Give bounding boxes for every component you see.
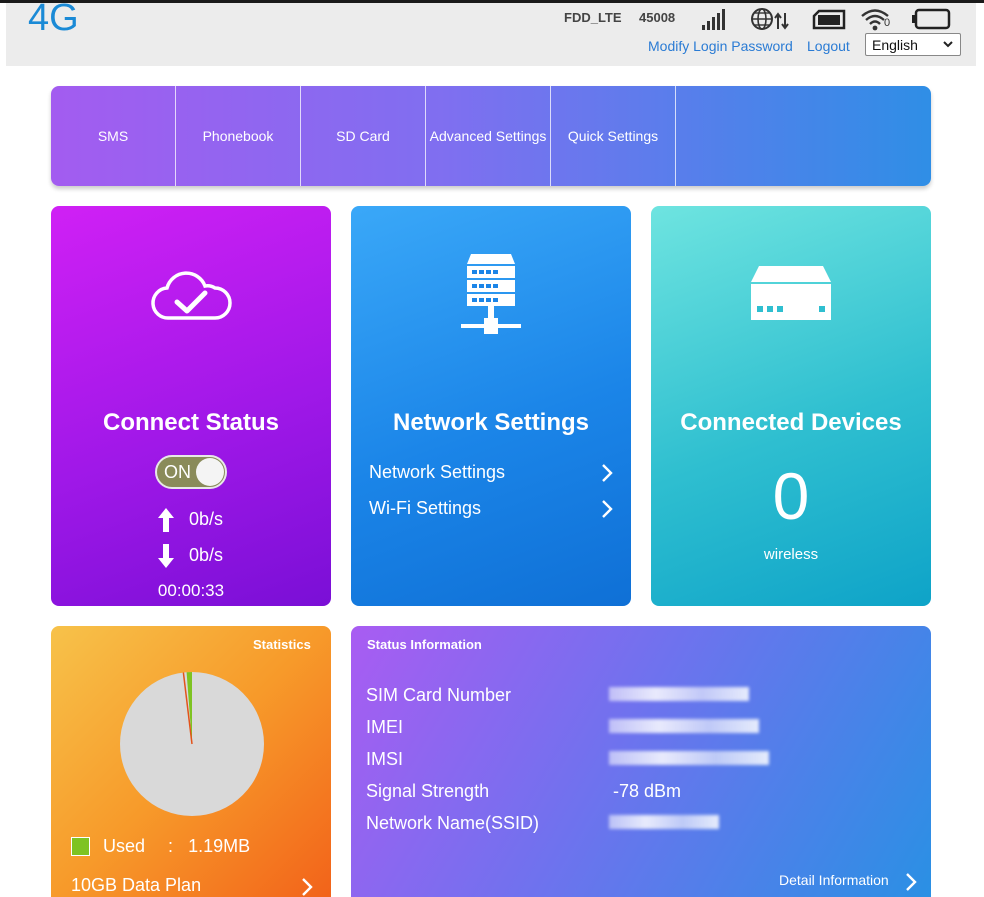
- toggle-knob: [196, 458, 224, 486]
- modify-password-link[interactable]: Modify Login Password: [648, 38, 793, 54]
- imei-label: IMEI: [366, 717, 404, 737]
- used-value: 1.19MB: [188, 836, 251, 856]
- chevron-right-icon: [906, 873, 917, 891]
- imsi-redacted: [609, 751, 769, 765]
- detail-information-link[interactable]: Detail Information: [779, 872, 917, 891]
- connected-devices-title: Connected Devices: [680, 409, 902, 436]
- logo: 4G: [28, 0, 79, 39]
- header-bar: 4G FDD_LTE 45008 0 Modify Login Password…: [6, 0, 976, 66]
- globe-data-icon: [751, 8, 789, 30]
- nav-item-sd-card[interactable]: SD Card: [301, 86, 426, 186]
- used-separator: :: [168, 836, 174, 856]
- network-settings-card: Network Settings Network Settings Wi-Fi …: [351, 206, 631, 606]
- device-count: 0: [772, 459, 810, 533]
- network-settings-link[interactable]: Network Settings: [369, 462, 613, 483]
- battery-icon: [912, 8, 951, 30]
- used-summary: Used : 1.19MB: [103, 836, 250, 857]
- network-settings-link-label: Network Settings: [369, 462, 506, 482]
- used-label: Used: [103, 836, 146, 856]
- statistics-title: Statistics: [253, 637, 311, 652]
- signal-bars-icon: [702, 9, 725, 30]
- status-information-card: Status Information SIM Card Number IMEI …: [351, 626, 931, 897]
- nav-item-quick-settings[interactable]: Quick Settings: [551, 86, 676, 186]
- toggle-label: ON: [164, 462, 191, 482]
- router-icon: [751, 266, 831, 320]
- ssid-redacted: [609, 815, 719, 829]
- chevron-right-icon: [302, 878, 313, 896]
- device-type-label: wireless: [763, 546, 819, 563]
- wifi-settings-link-label: Wi-Fi Settings: [369, 498, 482, 518]
- detail-information-label: Detail Information: [779, 872, 889, 888]
- signal-strength-value: -78 dBm: [613, 781, 682, 801]
- arrow-up-icon: [158, 508, 174, 532]
- connection-toggle[interactable]: ON: [155, 455, 227, 489]
- nav-item-phonebook[interactable]: Phonebook: [176, 86, 301, 186]
- network-code: 45008: [639, 10, 676, 25]
- chevron-right-icon: [602, 500, 613, 518]
- imei-redacted: [609, 719, 759, 733]
- language-select[interactable]: English: [865, 33, 961, 56]
- signal-strength-label: Signal Strength: [366, 781, 490, 801]
- imsi-label: IMSI: [366, 749, 404, 769]
- download-rate: 0b/s: [189, 545, 224, 565]
- main-nav: SMS Phonebook SD Card Advanced Settings …: [51, 86, 931, 186]
- usage-pie-chart: [120, 672, 264, 816]
- network-type: FDD_LTE: [564, 10, 622, 25]
- server-icon: [461, 254, 521, 334]
- ssid-label: Network Name(SSID): [366, 813, 540, 833]
- sim-card-icon: [812, 9, 846, 30]
- upload-rate: 0b/s: [189, 509, 224, 529]
- network-settings-title: Network Settings: [392, 409, 590, 436]
- status-information-title: Status Information: [367, 637, 482, 652]
- statistics-card: Statistics Used : 1.19MB 10GB Data Plan: [51, 626, 331, 897]
- logout-link[interactable]: Logout: [807, 38, 850, 54]
- sim-card-number-label: SIM Card Number: [366, 685, 512, 705]
- chevron-right-icon: [602, 464, 613, 482]
- used-legend-swatch: [71, 837, 90, 856]
- data-plan-link[interactable]: 10GB Data Plan: [71, 875, 313, 896]
- language-selected: English: [872, 37, 918, 53]
- connect-status-card: Connect Status ON 0b/s 0b/s 00:00:33: [51, 206, 331, 606]
- cloud-check-icon: [151, 271, 232, 320]
- sim-card-number-redacted: [609, 687, 749, 701]
- connect-status-title: Connect Status: [102, 409, 279, 436]
- data-plan-label: 10GB Data Plan: [71, 875, 202, 895]
- chevron-down-icon: [943, 41, 953, 48]
- connected-devices-card: Connected Devices 0 wireless: [651, 206, 931, 606]
- nav-item-advanced-settings[interactable]: Advanced Settings: [426, 86, 551, 186]
- connection-duration: 00:00:33: [157, 581, 225, 600]
- wifi-client-count: 0: [884, 17, 891, 29]
- arrow-down-icon: [158, 544, 174, 568]
- wifi-settings-link[interactable]: Wi-Fi Settings: [369, 498, 613, 519]
- nav-item-sms[interactable]: SMS: [51, 86, 176, 186]
